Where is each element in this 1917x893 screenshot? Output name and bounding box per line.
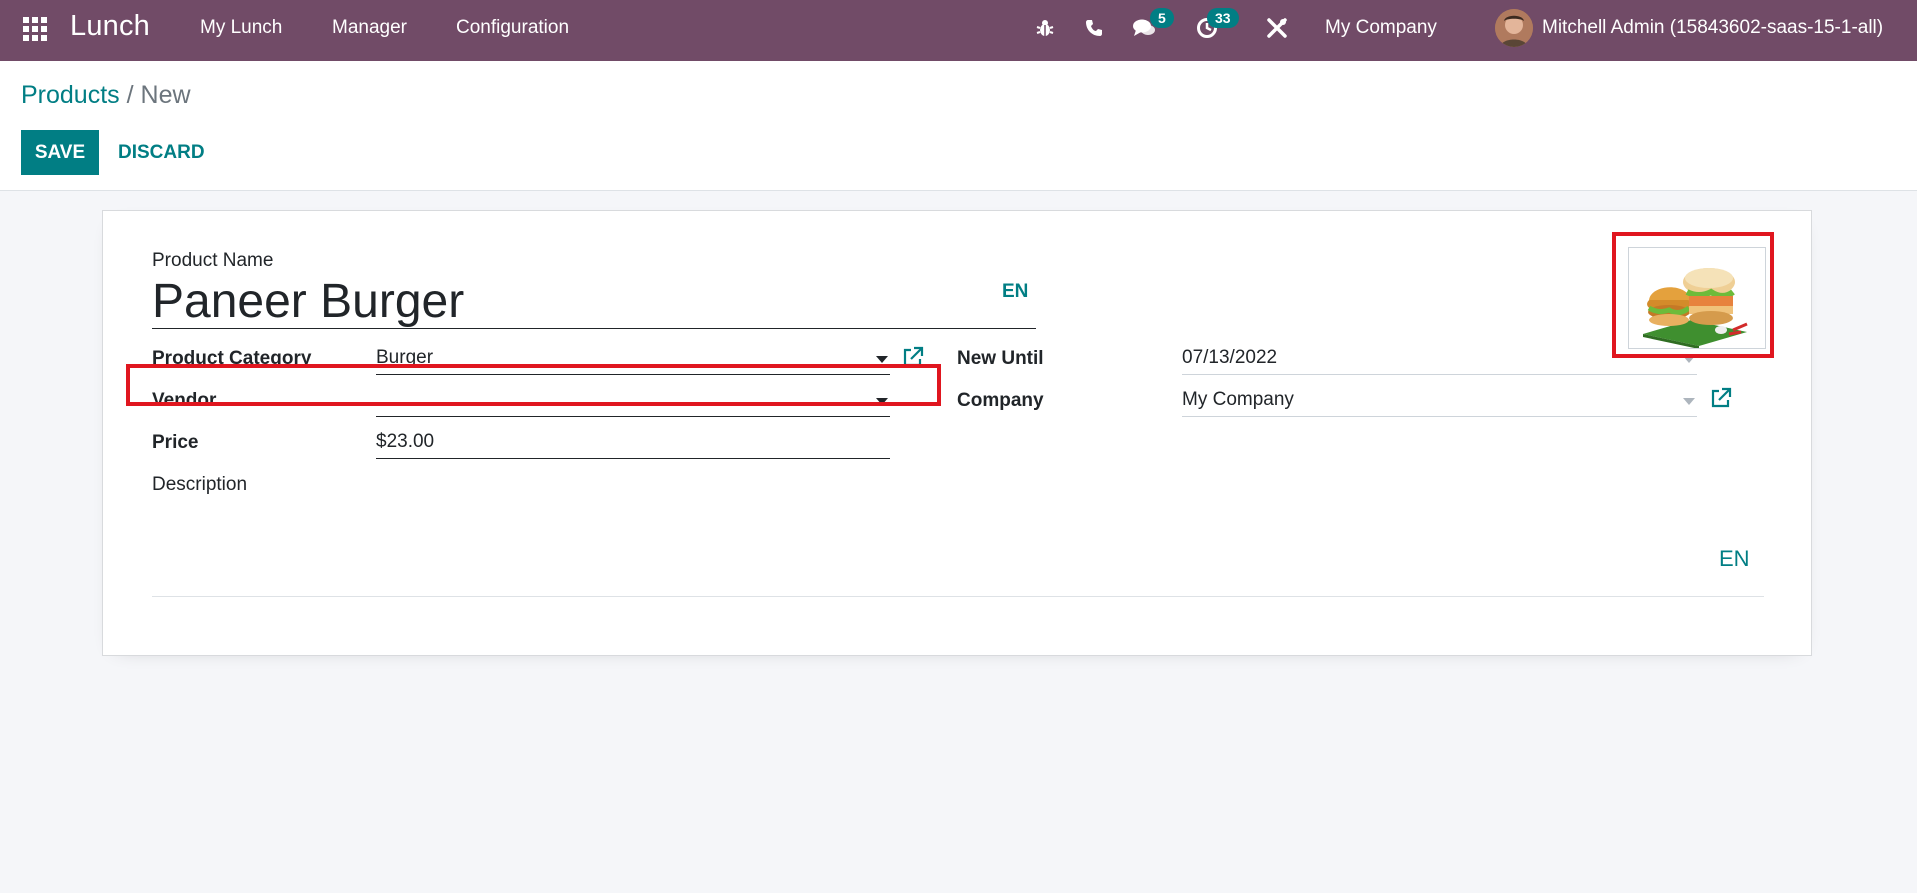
chevron-down-icon[interactable] [1683, 398, 1695, 405]
external-link-icon[interactable] [1710, 387, 1732, 409]
breadcrumb-products[interactable]: Products [21, 81, 120, 109]
menu-configuration[interactable]: Configuration [456, 17, 569, 39]
product-category-field[interactable]: Burger [376, 341, 890, 375]
product-category-value: Burger [376, 347, 434, 368]
chevron-down-icon[interactable] [1683, 356, 1695, 363]
control-panel: Products / New SAVE DISCARD [0, 61, 1917, 191]
price-value: $23.00 [376, 431, 435, 452]
app-brand[interactable]: Lunch [70, 10, 150, 43]
vendor-label: Vendor [152, 390, 217, 411]
name-translate-button[interactable]: EN [1002, 281, 1028, 303]
new-until-label: New Until [957, 348, 1044, 369]
company-field[interactable]: My Company [1182, 383, 1697, 417]
menu-manager[interactable]: Manager [332, 17, 407, 39]
vendor-field[interactable] [376, 383, 890, 417]
product-image[interactable] [1628, 247, 1766, 349]
new-until-value: 07/13/2022 [1182, 347, 1278, 368]
description-translate-button[interactable]: EN [1719, 546, 1750, 572]
product-name-input[interactable] [152, 275, 1036, 329]
top-navbar: Lunch My Lunch Manager Configuration 5 3… [0, 0, 1917, 61]
user-avatar[interactable] [1495, 9, 1533, 47]
description-label: Description [152, 474, 248, 495]
messages-badge: 5 [1150, 8, 1174, 28]
company-label: Company [957, 390, 1044, 411]
company-switcher[interactable]: My Company [1325, 17, 1437, 39]
bug-icon[interactable] [1032, 14, 1058, 42]
chevron-down-icon[interactable] [876, 356, 888, 363]
external-link-icon[interactable] [902, 346, 924, 368]
save-button[interactable]: SAVE [21, 130, 99, 175]
phone-icon[interactable] [1081, 14, 1107, 42]
tools-icon[interactable] [1264, 14, 1290, 42]
price-label: Price [152, 432, 199, 453]
chevron-down-icon[interactable] [876, 398, 888, 405]
company-value: My Company [1182, 389, 1294, 410]
user-menu[interactable]: Mitchell Admin (15843602-saas-15-1-all) [1542, 17, 1883, 39]
product-category-label: Product Category [152, 348, 312, 369]
activities-badge: 33 [1207, 8, 1239, 28]
new-until-field[interactable]: 07/13/2022 [1182, 341, 1697, 375]
breadcrumb-separator: / [119, 81, 141, 109]
breadcrumb: Products / New [21, 81, 191, 110]
menu-my-lunch[interactable]: My Lunch [200, 17, 282, 39]
description-field[interactable] [152, 596, 1764, 597]
price-field[interactable]: $23.00 [376, 425, 890, 459]
breadcrumb-current: New [140, 81, 191, 109]
product-name-label: Product Name [152, 250, 274, 271]
apps-menu-icon[interactable] [20, 14, 48, 41]
discard-button[interactable]: DISCARD [111, 130, 212, 175]
form-sheet: Product Name EN Product Category Burger [102, 210, 1812, 656]
